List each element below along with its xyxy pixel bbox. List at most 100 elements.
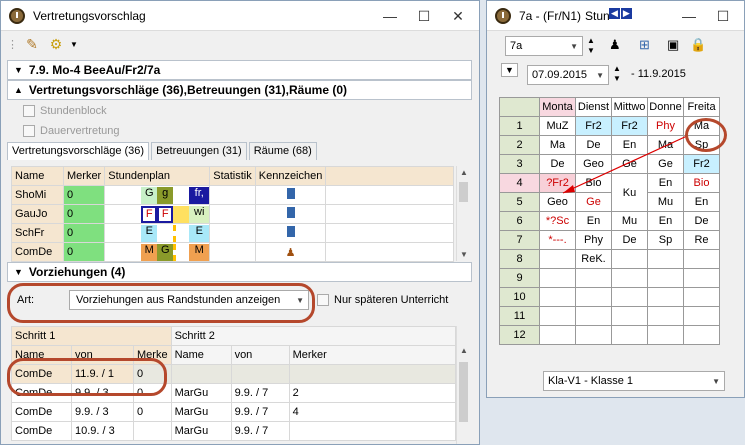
vorziehungen-scrollbar[interactable]: ▲ — [456, 326, 470, 444]
nur-spaeteren-label: Nur späteren Unterricht — [334, 294, 449, 306]
col-stundenplan[interactable]: Stundenplan — [104, 166, 211, 186]
col-name[interactable]: Name — [170, 345, 232, 365]
row-name: ShoMi — [11, 185, 64, 205]
highlight-oval — [7, 283, 315, 323]
table-row[interactable]: GauJo 0 F F wi — [11, 204, 454, 224]
col-kennzeichen[interactable]: Kennzeichen — [254, 166, 327, 186]
scroll-thumb[interactable] — [459, 362, 468, 422]
table-row[interactable]: ComDe 9.9. / 3 0 MarGu 9.9. / 7 4 — [11, 402, 457, 422]
cell — [288, 364, 457, 384]
window-title: Vertretungsvorschlag — [33, 8, 146, 23]
plan-cell: M — [141, 243, 158, 261]
title-bar: Vertretungsvorschlag — ☐ ✕ — [1, 1, 479, 31]
stundenplan-window: 7a - (Fr/N1) Stun ◀ ▶ — ☐ 7a ▼ ▲ ▼ ♟ ⊞ ▣ … — [486, 0, 745, 398]
tab-raeume[interactable]: Räume (68) — [248, 142, 317, 160]
plan-cell: G — [157, 243, 174, 261]
plan-cell: M — [189, 243, 210, 261]
vertretungsvorschlag-window: Vertretungsvorschlag — ☐ ✕ ⋮ ✎ ⚙ ▼ ▼ 7.9.… — [0, 0, 480, 445]
cell: 9.9. / 7 — [230, 383, 290, 403]
row-name: ComDe — [11, 242, 64, 262]
scroll-up-icon[interactable]: ▲ — [457, 346, 471, 355]
cell: 9.9. / 7 — [230, 421, 290, 441]
cell — [133, 421, 172, 441]
plan-cell: F — [157, 205, 174, 223]
scroll-thumb[interactable] — [459, 182, 468, 202]
move-arrow — [562, 135, 688, 194]
cell: 0 — [133, 402, 172, 422]
plan-cell: G — [141, 186, 158, 204]
collapse-icon[interactable]: ▼ — [14, 267, 23, 277]
vorschlaege-label: Vertretungsvorschläge (36),Betreuungen (… — [28, 83, 348, 97]
plan-cell: E — [141, 224, 158, 242]
plan-cell: g — [157, 186, 174, 204]
vorschlaege-scrollbar[interactable]: ▲ ▼ — [456, 166, 470, 261]
schritt1-header: Schritt 1 — [11, 326, 172, 346]
cell: 9.9. / 7 — [230, 402, 290, 422]
book-icon — [286, 226, 295, 237]
cell: MarGu — [170, 402, 232, 422]
cell: 2 — [288, 383, 457, 403]
lesson-header[interactable]: ▼ 7.9. Mo-4 BeeAu/Fr2/7a — [7, 60, 472, 80]
vorziehungen-label: Vorziehungen (4) — [28, 265, 126, 279]
collapse-icon[interactable]: ▼ — [14, 65, 23, 75]
cell: 10.9. / 3 — [71, 421, 134, 441]
class-list-value: Kla-V1 - Klasse 1 — [548, 375, 633, 387]
col-merker[interactable]: Merker — [288, 345, 457, 365]
table-row[interactable]: SchFr 0 E E — [11, 223, 454, 243]
vorschlaege-header[interactable]: ▲ Vertretungsvorschläge (36),Betreuungen … — [7, 80, 472, 100]
expand-icon[interactable]: ▲ — [14, 85, 23, 95]
cell: MarGu — [170, 383, 232, 403]
col-von[interactable]: von — [230, 345, 290, 365]
table-row[interactable]: ComDe 10.9. / 3 MarGu 9.9. / 7 — [11, 421, 457, 441]
schritt2-header: Schritt 2 — [170, 326, 457, 346]
row-merker: 0 — [62, 185, 106, 205]
table-row[interactable]: ShoMi 0 G g fr, — [11, 185, 454, 205]
plan-cell: fr, — [189, 186, 210, 204]
plan-cell: F — [141, 205, 158, 223]
vorziehungen-header[interactable]: ▼ Vorziehungen (4) — [7, 262, 472, 282]
cell — [288, 421, 457, 441]
minimize-button[interactable]: — — [373, 8, 407, 24]
gear-icon[interactable]: ⚙ — [46, 34, 66, 54]
row-merker: 0 — [62, 242, 106, 262]
highlight-oval — [7, 358, 167, 396]
users-icon: ♟ — [285, 246, 296, 259]
scroll-down-icon[interactable]: ▼ — [457, 250, 471, 259]
maximize-button[interactable]: ☐ — [407, 8, 441, 25]
tab-betreuungen[interactable]: Betreuungen (31) — [151, 142, 247, 160]
scroll-up-icon[interactable]: ▲ — [457, 168, 471, 177]
chevron-down-icon[interactable]: ▼ — [70, 40, 78, 49]
row-merker: 0 — [62, 223, 106, 243]
chevron-down-icon[interactable]: ▼ — [712, 377, 720, 386]
tab-bar: Vertretungsvorschläge (36) Betreuungen (… — [7, 142, 319, 160]
close-button[interactable]: ✕ — [441, 8, 475, 25]
nur-spaeteren-checkbox[interactable]: Nur späteren Unterricht — [317, 294, 448, 306]
book-icon — [286, 188, 295, 199]
col-statistik[interactable]: Statistik — [209, 166, 256, 186]
stundenblock-checkbox[interactable]: Stundenblock — [23, 105, 107, 117]
class-list-select[interactable]: Kla-V1 - Klasse 1 ▼ — [543, 371, 725, 391]
cell: 9.9. / 3 — [71, 402, 134, 422]
cell: ComDe — [11, 402, 72, 422]
row-name: GauJo — [11, 204, 64, 224]
book-icon — [286, 207, 295, 218]
lesson-header-label: 7.9. Mo-4 BeeAu/Fr2/7a — [28, 63, 161, 77]
edit-icon[interactable]: ✎ — [22, 34, 42, 54]
highlight-oval — [685, 118, 727, 152]
col-name[interactable]: Name — [11, 166, 64, 186]
dauervertretung-checkbox[interactable]: Dauervertretung — [23, 125, 120, 137]
vorschlaege-table: Name Merker Stundenplan Statistik Kennze… — [11, 166, 454, 262]
table-row[interactable]: ComDe 0 M G M ♟ — [11, 242, 454, 262]
col-merker[interactable]: Merker — [62, 166, 106, 186]
cell: ComDe — [11, 421, 72, 441]
toolbar: ⋮ ✎ ⚙ ▼ — [1, 31, 479, 57]
stundenblock-label: Stundenblock — [40, 105, 107, 117]
row-merker: 0 — [62, 204, 106, 224]
cell: MarGu — [170, 421, 232, 441]
cell — [230, 364, 290, 384]
cell — [170, 364, 232, 384]
tab-vertretungsvorschlaege[interactable]: Vertretungsvorschläge (36) — [7, 142, 150, 160]
cell: 4 — [288, 402, 457, 422]
row-name: SchFr — [11, 223, 64, 243]
dauervertretung-label: Dauervertretung — [40, 125, 120, 137]
